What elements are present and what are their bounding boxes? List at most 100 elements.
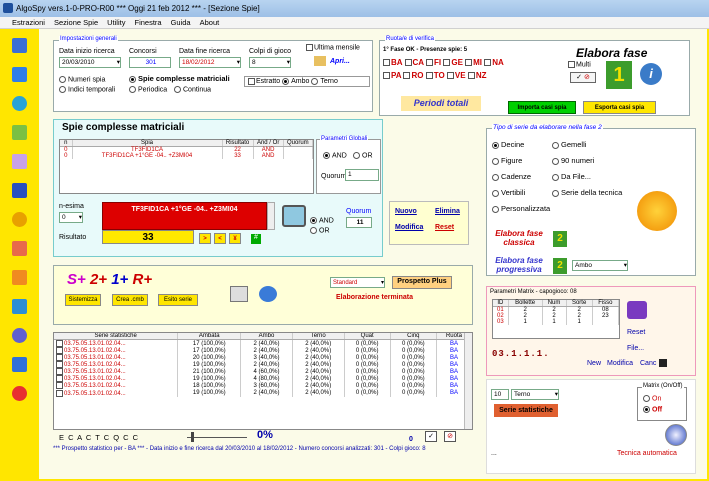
radio-num-spia[interactable]: Numeri spia — [59, 76, 105, 83]
end-date-input[interactable]: 18/02/2012 ▾ — [179, 57, 241, 68]
power-icon[interactable] — [12, 386, 27, 401]
hash-button[interactable]: # — [251, 234, 261, 244]
multi-checkbox[interactable]: Multi — [568, 61, 591, 68]
opt-vertibili[interactable]: Vertibili — [492, 188, 525, 197]
opt-decine[interactable]: Decine — [492, 140, 524, 149]
bulb-icon[interactable] — [12, 154, 27, 169]
device-icon[interactable] — [282, 205, 306, 227]
spia-radio-and[interactable]: AND — [310, 217, 334, 224]
global-quorum-input[interactable]: 1 — [345, 169, 379, 181]
ruota-pa-checkbox[interactable]: PA — [383, 71, 401, 80]
radio-ambo[interactable]: Ambo — [282, 78, 309, 85]
ruota-ca-checkbox[interactable]: CA — [404, 58, 424, 67]
calendar-icon[interactable] — [12, 270, 27, 285]
stop-icon[interactable]: ⊘ — [444, 431, 456, 442]
spia-radio-or[interactable]: OR — [310, 227, 330, 234]
matrix-on-radio[interactable]: On — [643, 395, 661, 402]
table-row[interactable]: 03.75.05.13.01.02.04... 17 (100,0%) 2 (40,… — [54, 339, 472, 348]
refresh-icon[interactable] — [12, 96, 27, 111]
open-link[interactable]: Apri... — [330, 58, 350, 65]
save-icon[interactable] — [659, 359, 667, 367]
ruota-to-checkbox[interactable]: TO — [425, 71, 445, 80]
menu-estrazioni[interactable]: Estrazioni — [12, 18, 45, 27]
menu-guida[interactable]: Guida — [171, 18, 191, 27]
table-row[interactable]: 03 1 1 1 — [493, 319, 620, 325]
opt-personalizzata[interactable]: Personalizzata — [492, 204, 550, 213]
globe-icon[interactable] — [12, 67, 27, 82]
menu-utility[interactable]: Utility — [107, 18, 125, 27]
target-icon[interactable] — [665, 424, 687, 446]
ruota-ve-checkbox[interactable]: VE — [446, 71, 466, 80]
diamond-icon[interactable] — [12, 299, 27, 314]
ruota-mi-checkbox[interactable]: MI — [465, 58, 482, 67]
modifica-link[interactable]: Modifica — [395, 224, 423, 231]
ruota-ge-checkbox[interactable]: GE — [443, 58, 463, 67]
stats-scrollbar[interactable] — [464, 333, 472, 429]
opt-da-file[interactable]: Da File... — [552, 172, 591, 181]
coin-icon[interactable] — [12, 212, 27, 227]
ruota-fi-checkbox[interactable]: FI — [426, 58, 441, 67]
table-row[interactable]: 03.75.05.13.01.02.04... 17 (100,0%) 2 (40,… — [54, 347, 472, 355]
matrix-new-link[interactable]: New — [587, 360, 601, 367]
book-icon[interactable] — [627, 301, 647, 319]
reset-link[interactable]: Reset — [435, 224, 454, 231]
search-icon[interactable] — [230, 286, 248, 302]
menu-about[interactable]: About — [200, 18, 220, 27]
sistemizza-button[interactable]: Sistemizza — [65, 294, 101, 306]
matrix-reset-link[interactable]: Reset — [627, 329, 645, 336]
table-row[interactable]: 03.75.05.13.01.02.04... 20 (100,0%) 3 (40,… — [54, 354, 472, 362]
tree-icon[interactable] — [12, 241, 27, 256]
stats-options[interactable]: E C A C T C Q C C — [59, 433, 139, 442]
next-button[interactable]: > — [199, 233, 211, 244]
standard-select[interactable]: Standard ▾ — [330, 277, 385, 288]
table-row[interactable]: 03.75.05.13.01.02.04... 18 (100,0%) 3 (60,… — [54, 382, 472, 390]
matrix-canc-link[interactable]: Canc — [640, 360, 656, 367]
folder-icon[interactable] — [314, 56, 326, 66]
letter-a-icon[interactable] — [12, 328, 27, 343]
opt-cadenze[interactable]: Cadenze — [492, 172, 531, 181]
shots-select[interactable]: 8 ▾ — [249, 57, 291, 68]
info-icon[interactable]: i — [640, 63, 662, 85]
yen-button[interactable]: ¥ — [229, 233, 241, 244]
opt-serie-tecnica[interactable]: Serie della tecnica — [552, 188, 622, 197]
opt-90-numeri[interactable]: 90 numeri — [552, 156, 594, 165]
slider-thumb[interactable] — [191, 432, 194, 442]
matrix-off-radio[interactable]: Off — [643, 406, 662, 413]
table-row[interactable]: 03.75.05.13.01.02.04... 19 (100,0%) 2 (40,… — [54, 389, 472, 397]
table-row[interactable]: 03.75.05.13.01.02.04... 19 (100,0%) 4 (80,… — [54, 375, 472, 383]
menu-sezione-spie[interactable]: Sezione Spie — [54, 18, 98, 27]
importa-button[interactable]: Importa casi spia — [508, 101, 576, 114]
spia-quorum-input[interactable]: 11 — [346, 217, 372, 228]
serie-statistiche-button[interactable]: Serie statistiche — [494, 404, 558, 417]
elimina-link[interactable]: Elimina — [435, 208, 460, 215]
check-icon[interactable] — [12, 125, 27, 140]
table-row[interactable]: 03.75.05.13.01.02.04... 19 (100,0%) 2 (40,… — [54, 361, 472, 369]
radio-indici[interactable]: Indici temporali — [59, 86, 115, 93]
prospetto-plus-button[interactable]: Prospetto Plus — [392, 276, 452, 289]
monthly-checkbox[interactable]: Ultima mensile — [306, 44, 360, 51]
draws-input[interactable]: 301 — [129, 57, 171, 68]
confirm-icon[interactable]: ✓ — [425, 431, 437, 442]
matrix-modifica-link[interactable]: Modifica — [607, 360, 633, 367]
opt-gemelli[interactable]: Gemelli — [552, 140, 586, 149]
radio-continua[interactable]: Continua — [174, 86, 211, 93]
global-radio-and[interactable]: AND — [323, 152, 347, 159]
nesima-select[interactable]: 0 ▾ — [59, 212, 83, 223]
opt-figure[interactable]: Figure — [492, 156, 522, 165]
fase-1-button[interactable]: 1 — [606, 61, 632, 89]
progress-slider[interactable] — [187, 437, 247, 438]
matrix-count-select[interactable]: 10 — [491, 389, 509, 400]
matrix-file-link[interactable]: File... — [627, 345, 644, 352]
ruota-na-checkbox[interactable]: NA — [484, 58, 504, 67]
spia-scrollbar[interactable] — [267, 202, 275, 230]
esporta-button[interactable]: Esporta casi spia — [583, 101, 656, 114]
pencil-icon[interactable] — [12, 38, 27, 53]
fase-2-progressiva-button[interactable]: 2 — [553, 258, 567, 274]
prev-button[interactable]: < — [214, 233, 226, 244]
mode-select[interactable]: Ambo ▾ — [572, 260, 628, 271]
cancel-icon[interactable]: ⊘ — [584, 74, 590, 81]
spie-row[interactable]: 0 TF3FID1CA +1°GE -04.. +Z3MI04 33 AND — [60, 153, 314, 159]
book-icon[interactable] — [12, 357, 27, 372]
menu-finestra[interactable]: Finestra — [134, 18, 161, 27]
estratto-checkbox[interactable]: Estratto — [248, 78, 280, 85]
